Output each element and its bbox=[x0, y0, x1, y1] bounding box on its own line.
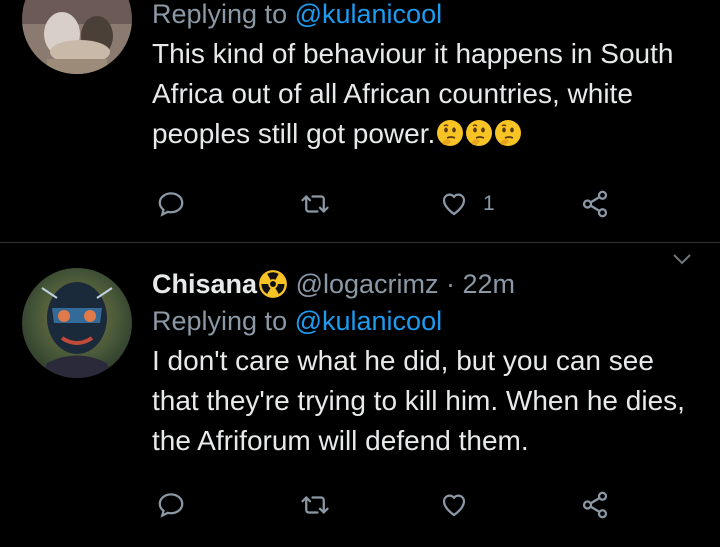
tweet[interactable]: Replying to @kulanicool This kind of beh… bbox=[0, 0, 720, 240]
replying-to: Replying to @kulanicool bbox=[152, 304, 700, 338]
tweet-header: Chisana @logacrimz · 22m bbox=[152, 267, 700, 301]
separator-dot: · bbox=[438, 269, 463, 299]
reply-icon bbox=[158, 493, 184, 518]
mention-link[interactable]: @kulanicool bbox=[295, 0, 443, 29]
tweet-body: This kind of behaviour it happens in Sou… bbox=[152, 38, 674, 149]
retweet-icon bbox=[301, 195, 329, 213]
chevron-down-icon[interactable] bbox=[670, 249, 694, 269]
radioactive-emoji bbox=[259, 270, 287, 298]
thinking-face-emoji bbox=[466, 120, 493, 146]
avatar[interactable] bbox=[22, 268, 132, 378]
thinking-face-emoji bbox=[495, 120, 522, 146]
replying-to: Replying to @kulanicool bbox=[152, 0, 700, 31]
tweet-text: I don't care what he did, but you can se… bbox=[152, 345, 685, 456]
mention-link[interactable]: @kulanicool bbox=[295, 306, 443, 336]
share-button[interactable] bbox=[580, 184, 610, 224]
retweet-icon bbox=[301, 496, 329, 514]
reply-icon bbox=[158, 192, 184, 217]
tweet-text: This kind of behaviour it happens in Sou… bbox=[152, 34, 700, 154]
share-icon bbox=[582, 491, 608, 519]
tweet-actions: 1 bbox=[152, 184, 632, 224]
replying-to-label: Replying to bbox=[152, 0, 295, 29]
tweet[interactable]: Chisana @logacrimz · 22m Replying to @ku… bbox=[0, 243, 720, 547]
like-button[interactable]: 1 bbox=[439, 184, 495, 224]
share-button[interactable] bbox=[580, 485, 610, 525]
like-icon bbox=[442, 193, 466, 216]
tweet-actions bbox=[152, 485, 632, 525]
thinking-face-emoji bbox=[437, 120, 464, 146]
reply-button[interactable] bbox=[156, 184, 186, 224]
retweet-button[interactable] bbox=[300, 485, 330, 525]
avatar[interactable] bbox=[22, 0, 132, 74]
retweet-button[interactable] bbox=[300, 184, 330, 224]
timestamp[interactable]: 22m bbox=[463, 269, 516, 299]
display-name[interactable]: Chisana bbox=[152, 269, 257, 299]
like-icon bbox=[442, 494, 466, 517]
share-icon bbox=[582, 190, 608, 218]
replying-to-label: Replying to bbox=[152, 306, 295, 336]
like-button[interactable] bbox=[439, 485, 483, 525]
reply-button[interactable] bbox=[156, 485, 186, 525]
like-count: 1 bbox=[483, 192, 495, 215]
user-handle[interactable]: @logacrimz bbox=[296, 269, 439, 299]
